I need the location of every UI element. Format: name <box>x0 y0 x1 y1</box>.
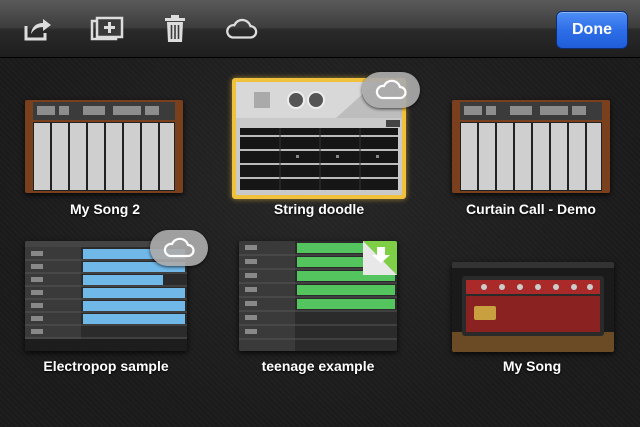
cloud-icon[interactable] <box>224 12 258 46</box>
song-title: Curtain Call - Demo <box>466 201 596 217</box>
guitar-amp-thumbnail <box>452 262 614 352</box>
icloud-badge-icon <box>362 72 420 108</box>
icloud-badge-icon <box>150 230 208 266</box>
song-title: My Song 2 <box>69 201 140 217</box>
keyboard-thumbnail <box>452 100 610 193</box>
done-button[interactable]: Done <box>556 11 628 49</box>
keyboard-thumbnail <box>25 100 183 193</box>
song-title: teenage example <box>261 358 375 374</box>
tracks-thumbnail <box>239 241 397 351</box>
trash-icon[interactable] <box>158 12 192 46</box>
song-browser: My Song 2 String doodle Curtain Call - D… <box>0 58 640 427</box>
share-icon[interactable] <box>21 12 55 46</box>
song-title: String doodle <box>273 201 365 217</box>
toolbar: Done <box>0 0 640 58</box>
song-title: My Song <box>502 358 562 374</box>
song-title: Electropop sample <box>43 358 169 374</box>
add-song-icon[interactable] <box>90 12 124 46</box>
